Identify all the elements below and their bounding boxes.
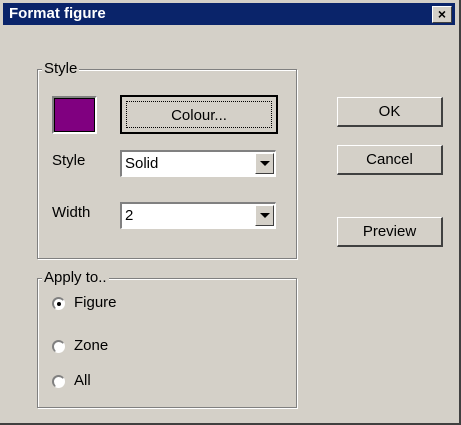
ok-button-label: OK — [378, 103, 401, 120]
chevron-down-icon[interactable] — [255, 153, 274, 174]
window-title: Format figure — [9, 5, 106, 22]
cancel-button-label: Cancel — [366, 151, 413, 168]
width-select-value: 2 — [125, 207, 134, 224]
colour-swatch-fill — [54, 98, 95, 132]
ok-button[interactable]: OK — [337, 97, 443, 127]
colour-swatch[interactable] — [52, 96, 97, 134]
colour-button[interactable]: Colour... — [120, 95, 278, 134]
style-group-label: Style — [42, 60, 80, 78]
close-button[interactable]: × — [432, 6, 452, 23]
radio-figure-label[interactable]: Figure — [74, 294, 117, 312]
cancel-button[interactable]: Cancel — [337, 145, 443, 175]
style-select-value: Solid — [125, 155, 159, 172]
title-bar[interactable]: Format figure × — [3, 3, 455, 25]
close-icon: × — [437, 6, 447, 22]
radio-figure[interactable] — [52, 297, 65, 310]
style-label: Style — [52, 152, 86, 169]
width-select[interactable]: 2 — [120, 202, 276, 229]
style-select[interactable]: Solid — [120, 150, 276, 177]
apply-to-group-label: Apply to.. — [42, 269, 109, 287]
radio-zone-label[interactable]: Zone — [74, 337, 108, 355]
chevron-down-icon[interactable] — [255, 205, 274, 226]
radio-all-label[interactable]: All — [74, 372, 91, 390]
preview-button[interactable]: Preview — [337, 217, 443, 247]
radio-all[interactable] — [52, 375, 65, 388]
radio-zone[interactable] — [52, 340, 65, 353]
preview-button-label: Preview — [362, 223, 417, 240]
colour-button-label: Colour... — [171, 107, 227, 124]
format-figure-dialog: Format figure × Style Colour... Style So… — [0, 0, 461, 425]
width-label: Width — [52, 204, 91, 221]
